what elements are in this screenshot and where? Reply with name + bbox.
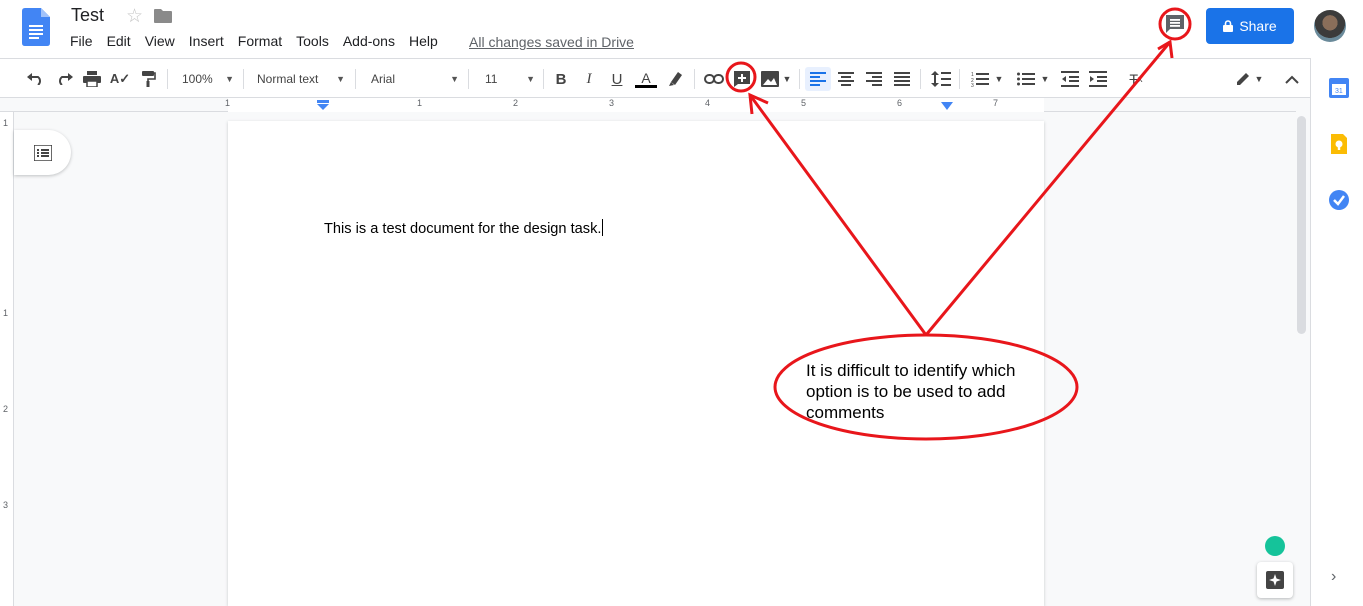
text-color-bar: [635, 84, 657, 88]
left-indent-marker[interactable]: [317, 100, 329, 110]
decrease-indent-icon[interactable]: [1060, 67, 1080, 91]
side-panel: 31: [1310, 58, 1363, 606]
redo-icon[interactable]: [54, 67, 74, 91]
font-size-value: 11: [485, 72, 498, 86]
svg-text:3: 3: [971, 83, 974, 87]
comment-history-icon[interactable]: [1163, 12, 1187, 36]
toolbar: A✓ 100% ▼ Normal text ▼ Arial ▼ 11 ▼ B I U A…: [0, 58, 1310, 98]
add-comment-icon[interactable]: [732, 67, 752, 91]
increase-indent-icon[interactable]: [1088, 67, 1108, 91]
lock-icon: [1223, 20, 1234, 32]
menu-format[interactable]: Format: [238, 33, 282, 49]
horizontal-ruler: 1 1 2 3 4 5 6 7: [0, 98, 1296, 112]
svg-text:31: 31: [1335, 88, 1343, 95]
text-color-icon[interactable]: A: [634, 67, 658, 91]
undo-icon[interactable]: [26, 67, 46, 91]
text-cursor: [602, 219, 604, 236]
header: Test ☆ File Edit View Insert Format Tool…: [0, 0, 1363, 58]
ruler-label: 1: [417, 98, 423, 108]
body-text: This is a test document for the design t…: [324, 221, 602, 237]
grammarly-icon[interactable]: [1265, 536, 1285, 556]
align-right-icon[interactable]: [864, 67, 884, 91]
menu-edit[interactable]: Edit: [107, 33, 131, 49]
chevron-down-icon: ▼: [526, 74, 535, 84]
highlight-icon[interactable]: [666, 67, 686, 91]
ruler-label: 2: [3, 404, 9, 414]
chevron-right-icon[interactable]: ›: [1331, 568, 1336, 586]
chevron-down-icon: ▼: [450, 74, 459, 84]
share-button[interactable]: Share: [1206, 8, 1294, 44]
vertical-scrollbar[interactable]: [1297, 116, 1306, 334]
paint-format-icon[interactable]: [138, 67, 158, 91]
chevron-down-icon: ▼: [994, 74, 1004, 84]
ruler-label: 3: [609, 98, 615, 108]
tasks-icon[interactable]: [1329, 190, 1349, 210]
editing-mode-icon[interactable]: ▼: [1232, 67, 1266, 91]
chevron-down-icon: ▼: [336, 74, 345, 84]
zoom-select[interactable]: 100% ▼: [182, 67, 234, 91]
menu-insert[interactable]: Insert: [189, 33, 224, 49]
menu-view[interactable]: View: [145, 33, 175, 49]
menu-help[interactable]: Help: [409, 33, 438, 49]
chevron-down-icon: ▼: [782, 74, 792, 84]
font-size-select[interactable]: 11 ▼: [485, 67, 535, 91]
clear-formatting-icon[interactable]: Tx: [1126, 67, 1146, 91]
print-icon[interactable]: [82, 67, 102, 91]
ruler-label: 7: [993, 98, 999, 108]
collapse-menus-icon[interactable]: [1282, 67, 1302, 91]
share-label: Share: [1239, 18, 1277, 34]
avatar[interactable]: [1314, 10, 1346, 42]
document-body[interactable]: This is a test document for the design t…: [324, 219, 604, 237]
numbered-list-icon[interactable]: 123 ▼: [968, 67, 1006, 91]
font-select[interactable]: Arial ▼: [371, 67, 459, 91]
menu-tools[interactable]: Tools: [296, 33, 329, 49]
ruler-label: 6: [897, 98, 903, 108]
chevron-down-icon: ▼: [1254, 74, 1264, 84]
align-justify-icon[interactable]: [892, 67, 912, 91]
keep-icon[interactable]: [1329, 134, 1349, 154]
bold-icon[interactable]: B: [552, 67, 570, 91]
calendar-icon[interactable]: 31: [1329, 78, 1349, 98]
ruler-label: 2: [513, 98, 519, 108]
line-spacing-icon[interactable]: [930, 67, 952, 91]
ruler-label: 5: [801, 98, 807, 108]
menu-file[interactable]: File: [70, 33, 93, 49]
align-center-icon[interactable]: [836, 67, 856, 91]
right-indent-marker[interactable]: [941, 102, 953, 110]
insert-image-icon[interactable]: ▼: [759, 67, 793, 91]
link-icon[interactable]: [703, 67, 725, 91]
vertical-ruler: 1 1 2 3: [0, 112, 14, 606]
document-outline-button[interactable]: [14, 130, 71, 175]
menu-bar: File Edit View Insert Format Tools Add-o…: [70, 33, 452, 49]
ruler-label: 3: [3, 500, 9, 510]
chevron-down-icon: ▼: [225, 74, 234, 84]
star-icon[interactable]: ☆: [126, 5, 143, 28]
style-select[interactable]: Normal text ▼: [257, 67, 345, 91]
italic-icon[interactable]: I: [580, 67, 598, 91]
underline-icon[interactable]: U: [608, 67, 626, 91]
document-title[interactable]: Test: [71, 5, 104, 26]
docs-logo-icon[interactable]: [22, 8, 50, 46]
ruler-label: 1: [3, 118, 9, 128]
menu-addons[interactable]: Add-ons: [343, 33, 395, 49]
annotation-callout-text: It is difficult to identify which option…: [806, 361, 1016, 422]
spellcheck-icon[interactable]: A✓: [110, 67, 130, 91]
align-left-icon[interactable]: [805, 67, 831, 91]
zoom-value: 100%: [182, 72, 213, 86]
ruler-label: 4: [705, 98, 711, 108]
style-value: Normal text: [257, 72, 319, 86]
explore-button[interactable]: [1257, 562, 1293, 598]
explore-icon: [1266, 571, 1284, 589]
ruler-label: 1: [225, 98, 231, 108]
font-value: Arial: [371, 72, 396, 86]
chevron-down-icon: ▼: [1040, 74, 1050, 84]
folder-icon[interactable]: [154, 9, 172, 23]
outline-icon: [33, 144, 52, 161]
ruler-label: 1: [3, 308, 9, 318]
bulleted-list-icon[interactable]: ▼: [1014, 67, 1052, 91]
save-status-link[interactable]: All changes saved in Drive: [469, 34, 634, 50]
